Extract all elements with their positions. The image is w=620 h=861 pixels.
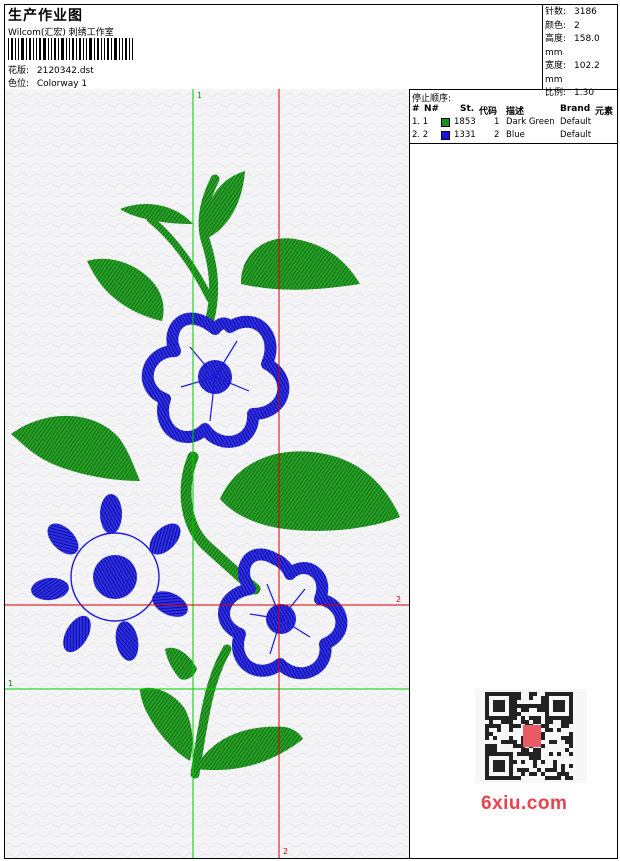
barcode-bar: [104, 38, 105, 60]
table-header: # N# St. 代码 描述 Brand 元素: [412, 104, 617, 117]
company-name: Wilcom(汇宏) 刺绣工作室: [8, 28, 114, 38]
stat-label: 高度:: [545, 34, 567, 44]
row-brand: Default: [560, 117, 592, 127]
header: 生产作业图 Wilcom(汇宏) 刺绣工作室 花版: 2120342.dst 色…: [5, 5, 617, 98]
color-swatch: [441, 131, 450, 140]
barcode-bar: [15, 38, 16, 60]
barcode-bar: [86, 38, 87, 60]
design-file-label: 花版:: [8, 66, 30, 76]
production-worksheet: 生产作业图 Wilcom(汇宏) 刺绣工作室 花版: 2120342.dst 色…: [4, 4, 618, 859]
barcode-bar: [29, 38, 31, 60]
stat-label: 颜色:: [545, 20, 567, 31]
barcode-bar: [114, 38, 117, 60]
barcode-bar: [122, 38, 123, 60]
barcode-bar: [125, 38, 127, 60]
embroidery-preview: 1 2 1 2: [5, 89, 410, 858]
barcode-bar: [101, 38, 102, 60]
col-header: 描述: [506, 107, 525, 117]
barcode-bar: [94, 38, 95, 60]
table-row: 2. 2 1331 2 Blue Default: [412, 130, 617, 142]
row-stitches: 1853: [454, 117, 476, 127]
row-number: 1. 1: [412, 117, 429, 127]
guide-label-h1: 1: [8, 679, 14, 688]
design-stats: 针数: 3186 颜色: 2 高度: 158.0 mm 宽度: 102.2 mm 比例:…: [545, 6, 617, 101]
stat-colors: 颜色: 2: [545, 20, 617, 34]
barcode: [8, 38, 143, 60]
stat-stitches: 针数: 3186: [545, 6, 617, 20]
stop-sequence-table: 停止顺序: # N# St. 代码 描述 Brand 元素 1. 1 1853 …: [410, 89, 617, 144]
colorway-label: 色位:: [8, 79, 30, 89]
row-code: 2: [494, 130, 500, 140]
barcode-bar: [18, 38, 19, 60]
barcode-bar: [83, 38, 84, 60]
barcode-bar: [89, 38, 92, 60]
guide-label-h2: 2: [396, 595, 402, 604]
barcode-bar: [69, 38, 70, 60]
barcode-bar: [21, 38, 24, 60]
colorway-value: Colorway 1: [36, 79, 88, 89]
row-stitches: 1331: [454, 130, 476, 140]
col-header: St.: [460, 104, 475, 114]
guide-label-v2: 2: [283, 847, 289, 856]
barcode-bar: [66, 38, 67, 60]
stat-value: 2: [574, 20, 580, 31]
table-row: 1. 1 1853 1 Dark Green Default: [412, 117, 617, 129]
row-brand: Default: [560, 130, 592, 140]
qr-code-icon: [475, 689, 587, 783]
barcode-bar: [51, 38, 52, 60]
stat-height: 高度: 158.0 mm: [545, 33, 617, 60]
barcode-bar: [43, 38, 46, 60]
barcode-bar: [97, 38, 99, 60]
barcode-bar: [61, 38, 64, 60]
stat-label: 宽度:: [545, 61, 567, 71]
row-number: 2. 2: [412, 130, 429, 140]
page-title: 生产作业图: [8, 8, 83, 24]
col-header: 代码: [479, 107, 498, 117]
design-file-line: 花版: 2120342.dst: [8, 63, 94, 76]
barcode-bar: [132, 38, 133, 60]
barcode-bar: [36, 38, 37, 60]
embroidery-drawing: [5, 89, 409, 858]
row-description: Blue: [506, 130, 525, 140]
barcode-bar: [58, 38, 59, 60]
stat-value: 3186: [574, 7, 597, 17]
col-header: #: [412, 104, 420, 114]
col-header: N#: [424, 104, 440, 114]
qr-code-graphic: [485, 692, 573, 780]
color-swatch: [441, 118, 450, 127]
row-description: Dark Green: [506, 117, 555, 127]
watermark-brand: 6xiu.com: [481, 793, 568, 814]
barcode-bar: [76, 38, 77, 60]
barcode-bar: [26, 38, 27, 60]
stat-label: 针数:: [545, 7, 567, 17]
barcode-bar: [8, 38, 9, 60]
barcode-bar: [72, 38, 74, 60]
barcode-bar: [129, 38, 130, 60]
barcode-bar: [39, 38, 41, 60]
colorway-line: 色位: Colorway 1: [8, 76, 87, 89]
barcode-bar: [11, 38, 13, 60]
row-code: 1: [494, 117, 500, 127]
barcode-bar: [79, 38, 81, 60]
barcode-bar: [48, 38, 49, 60]
header-info: 生产作业图 Wilcom(汇宏) 刺绣工作室 花版: 2120342.dst 色…: [5, 5, 543, 89]
barcode-bar: [111, 38, 112, 60]
stop-sequence-caption: 停止顺序:: [412, 94, 452, 104]
guide-label-v1: 1: [197, 91, 203, 100]
barcode-bar: [119, 38, 120, 60]
stat-width: 宽度: 102.2 mm: [545, 60, 617, 87]
barcode-bar: [54, 38, 56, 60]
col-header: Brand: [560, 104, 591, 114]
barcode-bar: [107, 38, 109, 60]
design-file-value: 2120342.dst: [36, 66, 94, 76]
barcode-bar: [33, 38, 34, 60]
col-header: 元素: [595, 107, 614, 117]
